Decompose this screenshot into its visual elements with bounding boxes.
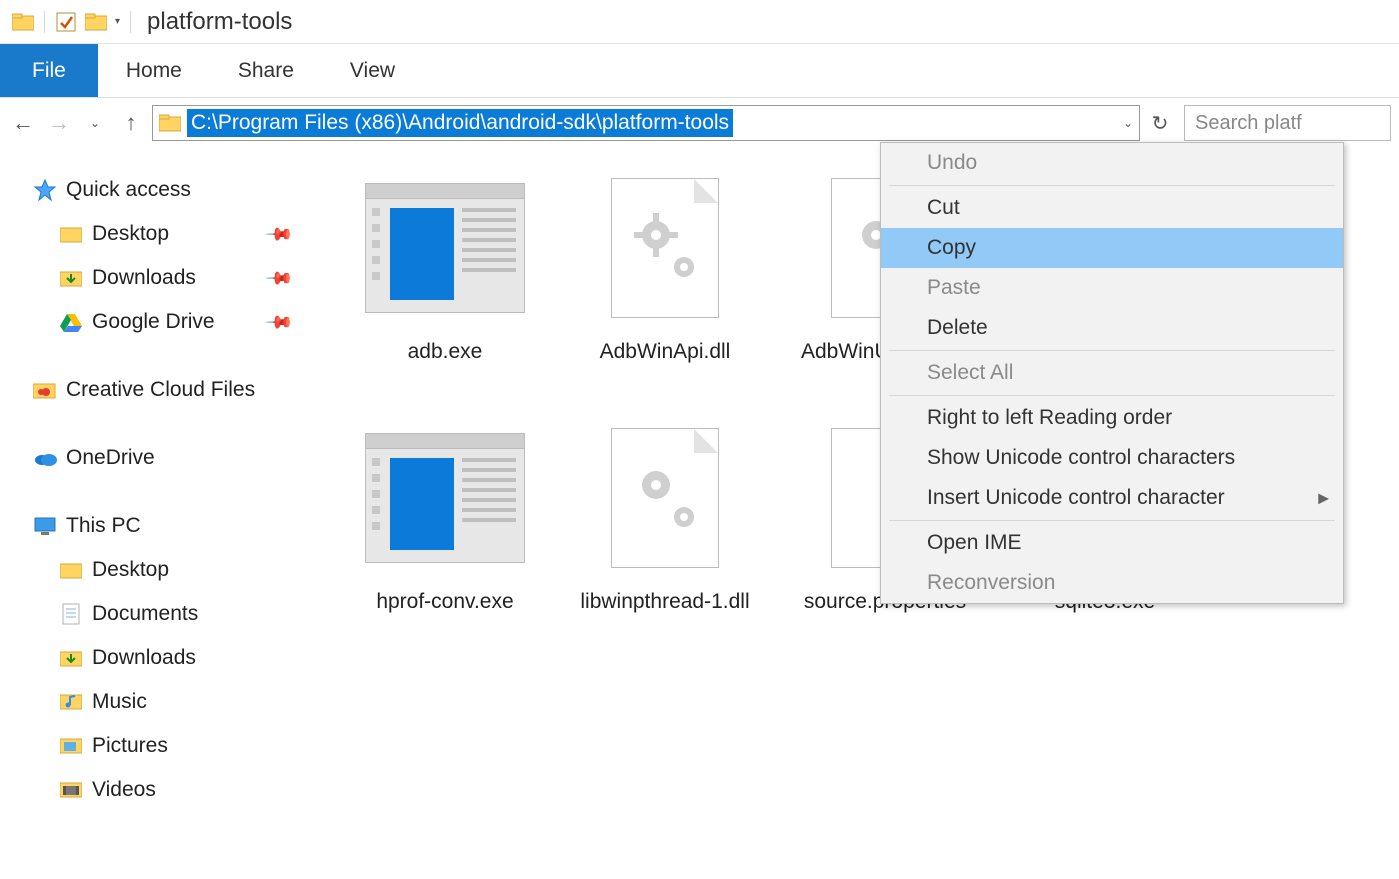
sidebar-this-pc[interactable]: This PC (32, 504, 310, 548)
videos-icon (58, 777, 84, 803)
google-drive-icon (58, 309, 84, 335)
dll-icon (580, 418, 750, 578)
menu-show-unicode[interactable]: Show Unicode control characters (881, 438, 1343, 478)
sidebar-pc-videos[interactable]: Videos (58, 768, 310, 812)
documents-icon (58, 601, 84, 627)
creative-cloud-icon (32, 377, 58, 403)
forward-button[interactable]: → (44, 108, 74, 138)
sidebar-pc-documents[interactable]: Documents (58, 592, 310, 636)
file-name: AdbWinApi.dll (600, 338, 731, 365)
file-item[interactable]: AdbWinApi.dll (560, 168, 770, 418)
menu-open-ime[interactable]: Open IME (881, 523, 1343, 563)
menu-divider (889, 350, 1335, 351)
this-pc-icon (32, 513, 58, 539)
pin-icon: 📌 (263, 219, 294, 250)
navigation-row: ← → ⌄ ↑ C:\Program Files (x86)\Android\a… (0, 98, 1399, 148)
music-icon (58, 689, 84, 715)
sidebar-item-label: Creative Cloud Files (66, 378, 255, 402)
back-button[interactable]: ← (8, 108, 38, 138)
sidebar-item-label: Pictures (92, 734, 168, 758)
separator (130, 11, 131, 33)
file-item[interactable]: adb.exe (340, 168, 550, 418)
folder-icon (58, 221, 84, 247)
pictures-icon (58, 733, 84, 759)
qat-dropdown-icon[interactable]: ▾ (115, 16, 120, 27)
menu-divider (889, 395, 1335, 396)
menu-reconversion[interactable]: Reconversion (881, 563, 1343, 603)
pin-icon: 📌 (263, 307, 294, 338)
sidebar-item-label: Downloads (92, 646, 196, 670)
sidebar-item-label: Desktop (92, 222, 169, 246)
sidebar-item-label: Music (92, 690, 147, 714)
exe-icon (360, 418, 530, 578)
window-title: platform-tools (147, 8, 292, 36)
submenu-arrow-icon: ▶ (1318, 490, 1329, 507)
menu-select-all[interactable]: Select All (881, 353, 1343, 393)
sidebar-item-label: OneDrive (66, 446, 155, 470)
sidebar-desktop[interactable]: Desktop 📌 (58, 212, 310, 256)
file-name: adb.exe (408, 338, 483, 365)
sidebar-item-label: Videos (92, 778, 156, 802)
title-bar: ▾ platform-tools (0, 0, 1399, 44)
sidebar-onedrive[interactable]: OneDrive (32, 436, 310, 480)
context-menu: Undo Cut Copy Paste Delete Select All Ri… (880, 142, 1344, 604)
file-name: libwinpthread-1.dll (580, 588, 749, 615)
dll-icon (580, 168, 750, 328)
menu-delete[interactable]: Delete (881, 308, 1343, 348)
folder-icon (58, 557, 84, 583)
folder-icon (12, 12, 34, 32)
history-dropdown-icon[interactable]: ⌄ (80, 108, 110, 138)
sidebar-quick-access[interactable]: Quick access (32, 168, 310, 212)
tab-home[interactable]: Home (98, 44, 210, 97)
folder-icon (58, 645, 84, 671)
menu-rtl-reading[interactable]: Right to left Reading order (881, 398, 1343, 438)
folder-icon (58, 265, 84, 291)
menu-undo[interactable]: Undo (881, 143, 1343, 183)
sidebar-item-label: Quick access (66, 178, 191, 202)
tab-view[interactable]: View (322, 44, 423, 97)
star-icon (32, 177, 58, 203)
menu-item-label: Insert Unicode control character (927, 486, 1225, 509)
address-path[interactable]: C:\Program Files (x86)\Android\android-s… (187, 109, 733, 137)
up-button[interactable]: ↑ (116, 108, 146, 138)
menu-paste[interactable]: Paste (881, 268, 1343, 308)
sidebar-google-drive[interactable]: Google Drive 📌 (58, 300, 310, 344)
sidebar-pc-music[interactable]: Music (58, 680, 310, 724)
sidebar-pc-desktop[interactable]: Desktop (58, 548, 310, 592)
address-dropdown-icon[interactable]: ⌄ (1123, 116, 1133, 130)
properties-icon[interactable] (55, 11, 77, 33)
separator (44, 11, 45, 33)
sidebar-item-label: This PC (66, 514, 141, 538)
refresh-button[interactable]: ↻ (1146, 105, 1174, 141)
sidebar-item-label: Documents (92, 602, 198, 626)
address-folder-icon (159, 114, 181, 132)
sidebar-item-label: Downloads (92, 266, 196, 290)
ribbon-tabs: File Home Share View (0, 44, 1399, 98)
sidebar-item-label: Google Drive (92, 310, 215, 334)
sidebar-downloads[interactable]: Downloads 📌 (58, 256, 310, 300)
menu-divider (889, 185, 1335, 186)
menu-copy[interactable]: Copy (881, 228, 1343, 268)
menu-insert-unicode[interactable]: Insert Unicode control character ▶ (881, 478, 1343, 518)
file-item[interactable]: hprof-conv.exe (340, 418, 550, 668)
sidebar-pc-pictures[interactable]: Pictures (58, 724, 310, 768)
tab-share[interactable]: Share (210, 44, 322, 97)
search-input[interactable]: Search platf (1184, 105, 1391, 141)
address-bar[interactable]: C:\Program Files (x86)\Android\android-s… (152, 105, 1140, 141)
navigation-pane: Quick access Desktop 📌 Downloads 📌 Googl… (0, 148, 320, 879)
file-name: hprof-conv.exe (376, 588, 513, 615)
tab-file[interactable]: File (0, 44, 98, 97)
exe-icon (360, 168, 530, 328)
menu-divider (889, 520, 1335, 521)
pin-icon: 📌 (263, 263, 294, 294)
sidebar-pc-downloads[interactable]: Downloads (58, 636, 310, 680)
sidebar-item-label: Desktop (92, 558, 169, 582)
folder-icon-2[interactable] (85, 12, 107, 32)
file-item[interactable]: libwinpthread-1.dll (560, 418, 770, 668)
sidebar-creative-cloud[interactable]: Creative Cloud Files (32, 368, 310, 412)
onedrive-icon (32, 445, 58, 471)
menu-cut[interactable]: Cut (881, 188, 1343, 228)
